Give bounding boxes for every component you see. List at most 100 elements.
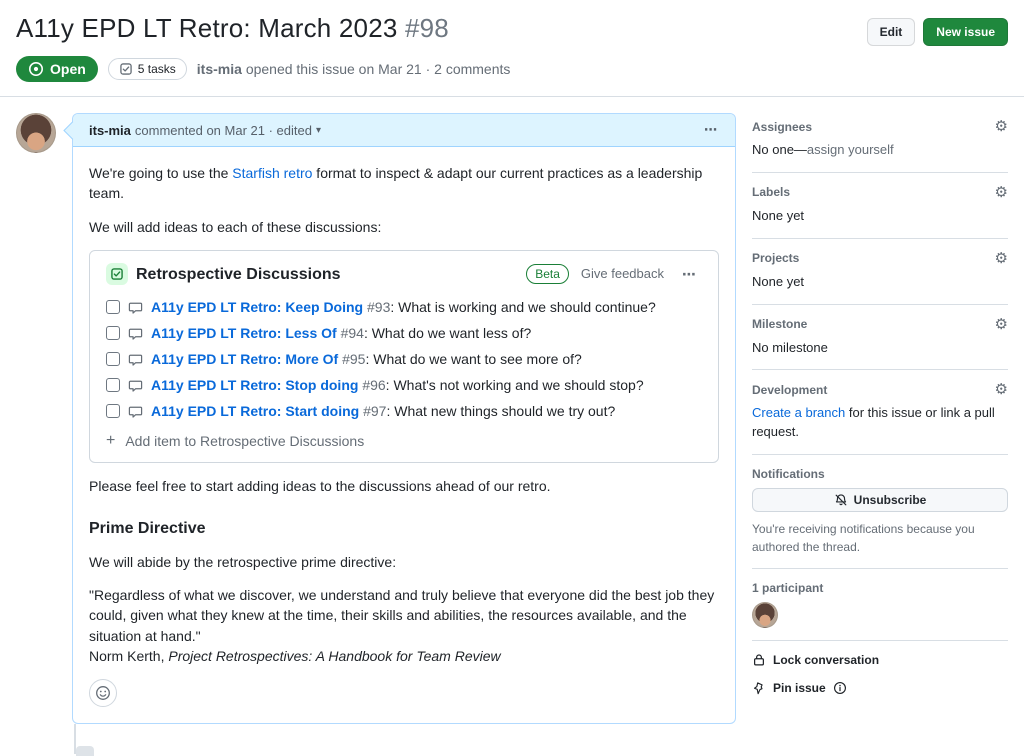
assignees-none-text: No one— — [752, 142, 807, 157]
task-link[interactable]: A11y EPD LT Retro: Keep Doing — [151, 299, 363, 315]
smiley-icon — [95, 685, 111, 701]
avatar[interactable] — [16, 113, 56, 153]
gear-icon[interactable]: ⚙ — [995, 119, 1008, 134]
comment-header-meta: commented on Mar 21 · edited — [135, 123, 312, 138]
issue-state-label: Open — [50, 61, 86, 77]
starfish-retro-link[interactable]: Starfish retro — [232, 165, 312, 181]
task-item: A11y EPD LT Retro: Keep Doing #93: What … — [106, 294, 702, 320]
info-icon[interactable] — [833, 681, 847, 695]
labels-label[interactable]: Labels — [752, 185, 790, 199]
task-checkbox[interactable] — [106, 300, 120, 314]
task-text: A11y EPD LT Retro: Start doing #97: What… — [151, 402, 615, 420]
task-number[interactable]: #96 — [362, 377, 385, 393]
task-item: A11y EPD LT Retro: Less Of #94: What do … — [106, 320, 702, 346]
new-issue-button[interactable]: New issue — [923, 18, 1008, 46]
discussion-icon — [128, 326, 143, 341]
paragraph-quote: "Regardless of what we discover, we unde… — [89, 585, 719, 666]
task-number[interactable]: #95 — [342, 351, 365, 367]
sidebar-section-labels: Labels ⚙ None yet — [752, 185, 1008, 239]
opened-meta: its-mia opened this issue on Mar 21 · 2 … — [197, 61, 511, 77]
projects-label[interactable]: Projects — [752, 251, 799, 265]
issue-number: #98 — [405, 13, 449, 43]
tasklist-block: Retrospective Discussions Beta Give feed… — [89, 250, 719, 463]
attribution-prefix: Norm Kerth, — [89, 648, 168, 664]
edit-button[interactable]: Edit — [867, 18, 916, 46]
paragraph-intro: We're going to use the Starfish retro fo… — [89, 163, 719, 204]
gear-icon[interactable]: ⚙ — [995, 251, 1008, 266]
task-link[interactable]: A11y EPD LT Retro: More Of — [151, 351, 338, 367]
task-checkbox[interactable] — [106, 404, 120, 418]
pin-issue-button[interactable]: Pin issue — [752, 681, 1008, 695]
task-checkbox[interactable] — [106, 352, 120, 366]
issue-state-badge: Open — [16, 56, 98, 82]
task-checkbox[interactable] — [106, 378, 120, 392]
development-label[interactable]: Development — [752, 383, 827, 397]
add-reaction-button[interactable] — [89, 679, 117, 707]
assign-yourself-link[interactable]: assign yourself — [807, 142, 894, 157]
pin-issue-label: Pin issue — [773, 681, 826, 695]
timeline-tail — [16, 724, 736, 754]
page-title: A11y EPD LT Retro: March 2023 #98 — [16, 12, 449, 45]
lock-conversation-button[interactable]: Lock conversation — [752, 653, 1008, 667]
add-item-label: Add item to Retrospective Discussions — [125, 431, 364, 451]
gear-icon[interactable]: ⚙ — [995, 382, 1008, 397]
comment-author[interactable]: its-mia — [89, 123, 131, 138]
unsubscribe-button[interactable]: Unsubscribe — [752, 488, 1008, 512]
give-feedback-link[interactable]: Give feedback — [581, 265, 664, 284]
task-number[interactable]: #93 — [367, 299, 390, 315]
sidebar-section-milestone: Milestone ⚙ No milestone — [752, 317, 1008, 371]
tasks-pill[interactable]: 5 tasks — [108, 58, 187, 80]
sidebar-section-assignees: Assignees ⚙ No one—assign yourself — [752, 119, 1008, 173]
milestone-value: No milestone — [752, 339, 1008, 358]
add-item-button[interactable]: + Add item to Retrospective Discussions — [106, 424, 702, 456]
lock-conversation-label: Lock conversation — [773, 653, 879, 667]
pin-icon — [752, 681, 766, 695]
participant-avatar[interactable] — [752, 602, 778, 628]
lock-icon — [752, 653, 766, 667]
issue-title-text: A11y EPD LT Retro: March 2023 — [16, 13, 398, 43]
next-item-stub — [76, 746, 94, 756]
task-link[interactable]: A11y EPD LT Retro: Less Of — [151, 325, 337, 341]
participants-label: 1 participant — [752, 581, 823, 595]
development-value: Create a branch for this issue or link a… — [752, 404, 1008, 442]
opened-meta-text: opened this issue on Mar 21 · 2 comments — [246, 61, 511, 77]
task-number[interactable]: #97 — [363, 403, 386, 419]
task-text: A11y EPD LT Retro: Keep Doing #93: What … — [151, 298, 656, 316]
tasklist-icon — [119, 62, 133, 76]
task-desc: : What new things should we try out? — [386, 403, 615, 419]
comment-kebab-icon[interactable]: ⋯ — [704, 122, 719, 138]
issue-sidebar: Assignees ⚙ No one—assign yourself Labels… — [752, 113, 1008, 733]
task-item: A11y EPD LT Retro: More Of #95: What do … — [106, 346, 702, 372]
paragraph-abide: We will abide by the retrospective prime… — [89, 552, 719, 572]
assignees-value: No one—assign yourself — [752, 141, 1008, 160]
task-checkbox[interactable] — [106, 326, 120, 340]
sidebar-section-projects: Projects ⚙ None yet — [752, 251, 1008, 305]
edited-caret-icon[interactable]: ▾ — [316, 125, 321, 136]
tasklist-kebab-icon[interactable]: ⋯ — [678, 264, 702, 284]
gear-icon[interactable]: ⚙ — [995, 317, 1008, 332]
create-branch-link[interactable]: Create a branch — [752, 405, 845, 420]
issue-comment: its-mia commented on Mar 21 · edited ▾ ⋯… — [72, 113, 736, 724]
plus-icon: + — [106, 434, 115, 448]
task-link[interactable]: A11y EPD LT Retro: Start doing — [151, 403, 359, 419]
task-desc: : What do we want less of? — [364, 325, 531, 341]
p1-before: We're going to use the — [89, 165, 232, 181]
sidebar-section-notifications: Notifications Unsubscribe You're receivi… — [752, 467, 1008, 569]
task-link[interactable]: A11y EPD LT Retro: Stop doing — [151, 377, 358, 393]
tasklist-block-icon — [106, 263, 128, 285]
quote-text: "Regardless of what we discover, we unde… — [89, 587, 714, 644]
timeline: its-mia commented on Mar 21 · edited ▾ ⋯… — [16, 113, 736, 754]
projects-value: None yet — [752, 273, 1008, 292]
sidebar-section-participants: 1 participant — [752, 581, 1008, 641]
assignees-label[interactable]: Assignees — [752, 120, 812, 134]
milestone-label[interactable]: Milestone — [752, 317, 807, 331]
notifications-label: Notifications — [752, 467, 825, 481]
opened-author[interactable]: its-mia — [197, 61, 242, 77]
comment-header: its-mia commented on Mar 21 · edited ▾ ⋯ — [73, 114, 735, 147]
comment-body: We're going to use the Starfish retro fo… — [73, 147, 735, 723]
task-number[interactable]: #94 — [341, 325, 364, 341]
labels-value: None yet — [752, 207, 1008, 226]
gear-icon[interactable]: ⚙ — [995, 185, 1008, 200]
task-desc: : What do we want to see more of? — [365, 351, 581, 367]
discussion-icon — [128, 352, 143, 367]
